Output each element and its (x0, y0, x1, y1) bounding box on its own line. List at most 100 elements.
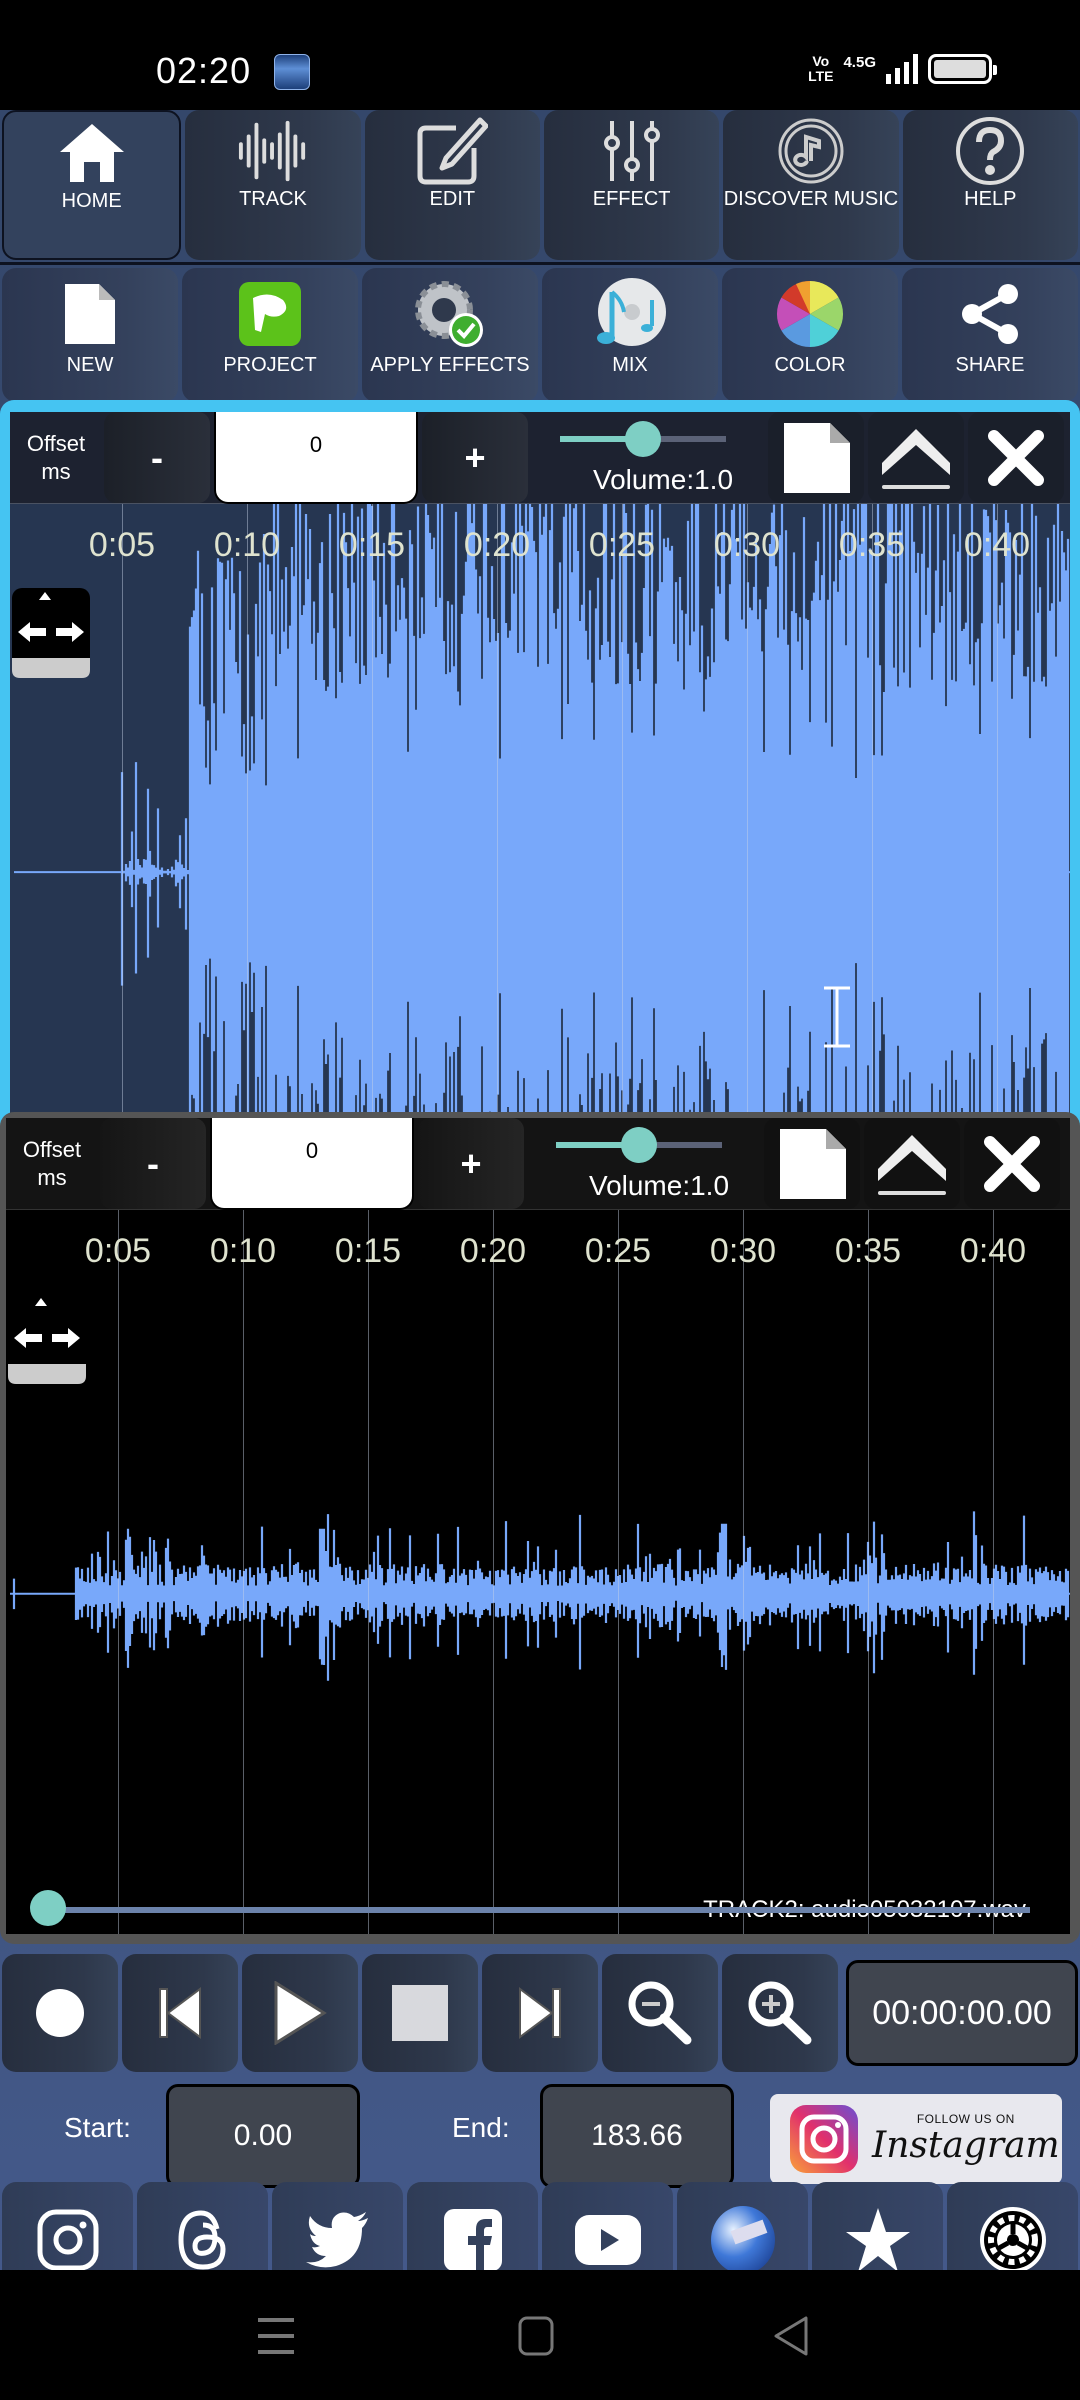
color-button[interactable]: COLOR (722, 268, 898, 402)
time-gridline (747, 504, 748, 1212)
time-gridline (368, 1210, 369, 1934)
volume-label: Volume:1.0 (588, 1170, 730, 1201)
signal-icon (886, 54, 918, 84)
time-ruler-label: 0:10 (213, 526, 281, 564)
help-icon (954, 117, 1026, 185)
home-button[interactable]: HOME (2, 110, 182, 260)
time-ruler-label: 0:05 (88, 526, 156, 564)
discover-music-button[interactable]: DISCOVER MUSIC (723, 110, 899, 260)
volume-slider[interactable] (560, 421, 726, 457)
battery-icon (928, 54, 997, 84)
menu-icon (258, 2318, 294, 2354)
back-icon (774, 2316, 808, 2356)
waveform-icon (237, 118, 309, 184)
track-1-panel[interactable]: Offset ms - 0 + Volume:1.0 0:05 0:10 0:1… (0, 400, 1080, 1222)
volume-slider[interactable] (556, 1127, 722, 1163)
waveform-graphic (10, 1511, 1070, 1681)
home-icon (56, 120, 128, 186)
time-ruler-label: 0:15 (338, 526, 406, 564)
volume-slider-thumb[interactable] (621, 1127, 657, 1163)
track-2-controls: Offset ms - 0 + Volume:1.0 (6, 1118, 1070, 1210)
gear-check-icon (414, 278, 486, 350)
time-ruler-label: 0:40 (959, 1232, 1027, 1270)
follow-instagram-banner[interactable]: FOLLOW US ON Instagram (770, 2094, 1062, 2184)
track-close-button[interactable] (968, 412, 1064, 503)
status-bar: 02:20 Vo LTE 4.5G (0, 0, 1080, 110)
record-button[interactable] (2, 1954, 118, 2072)
offset-input[interactable]: 0 (210, 1118, 414, 1210)
playback-seek-slider[interactable] (30, 1890, 1030, 1930)
volte-icon: Vo LTE (808, 53, 834, 84)
zoom-out-button[interactable] (602, 1954, 718, 2072)
pan-handle-icon[interactable] (12, 588, 90, 680)
mix-icon (594, 278, 666, 350)
recents-button[interactable] (246, 2306, 306, 2366)
track-collapse-button[interactable] (868, 412, 964, 503)
offset-increase-button[interactable]: + (422, 412, 528, 503)
home-nav-button[interactable] (506, 2306, 566, 2366)
seek-track[interactable] (46, 1907, 1030, 1913)
time-ruler-label: 0:25 (584, 1232, 652, 1270)
edit-button[interactable]: EDIT (364, 110, 540, 260)
time-ruler-label: 0:35 (838, 526, 906, 564)
time-gridline (997, 504, 998, 1212)
mix-button[interactable]: MIX (542, 268, 718, 402)
offset-decrease-button[interactable]: - (100, 1118, 206, 1209)
action-toolbar: NEW PROJECT APPLY EFFECTS MIX COLOR SHAR… (0, 268, 1080, 402)
text-cursor-icon (824, 986, 850, 1048)
track-button[interactable]: TRACK (185, 110, 361, 260)
facebook-icon (443, 2209, 502, 2271)
status-time: 02:20 (156, 50, 252, 91)
time-gridline (618, 1210, 619, 1934)
chevron-up-icon (882, 428, 950, 489)
pan-handle-icon[interactable] (8, 1294, 86, 1386)
skip-back-button[interactable] (122, 1954, 238, 2072)
share-button[interactable]: SHARE (902, 268, 1078, 402)
waveform-path (12, 1511, 1070, 1681)
time-gridline (743, 1210, 744, 1934)
instagram-logo-icon (790, 2105, 858, 2173)
selection-range: Start: 0.00 End: 183.66 FOLLOW US ON Ins… (0, 2072, 1080, 2188)
stop-button[interactable] (362, 1954, 478, 2072)
zoom-in-button[interactable] (722, 1954, 838, 2072)
threads-icon (177, 2210, 226, 2270)
track-2-panel[interactable]: Offset ms - 0 + Volume:1.0 0:05 0:10 0:1… (0, 1112, 1080, 1944)
end-value-field[interactable]: 183.66 (540, 2084, 734, 2188)
volume-slider-thumb[interactable] (625, 421, 661, 457)
offset-increase-button[interactable]: + (418, 1118, 524, 1209)
youtube-icon (574, 2215, 641, 2265)
instagram-icon (37, 2209, 98, 2271)
banner-brand: Instagram (872, 2125, 1060, 2166)
back-button[interactable] (762, 2306, 822, 2366)
effect-button[interactable]: EFFECT (543, 110, 720, 260)
close-icon (988, 429, 1044, 486)
time-ruler-label: 0:20 (463, 526, 531, 564)
volume-control: Volume:1.0 (530, 412, 766, 503)
track-file-button[interactable] (764, 1118, 860, 1209)
track-close-button[interactable] (964, 1118, 1060, 1209)
offset-input[interactable]: 0 (214, 412, 418, 504)
track-2-waveform[interactable]: 0:050:100:150:200:250:300:350:40 TRACK2:… (6, 1210, 1070, 1934)
skip-back-icon (159, 1987, 201, 2039)
time-ruler-label: 0:15 (334, 1232, 402, 1270)
skip-forward-button[interactable] (482, 1954, 598, 2072)
apply-effects-button[interactable]: APPLY EFFECTS (362, 268, 538, 402)
project-button[interactable]: PROJECT (182, 268, 358, 402)
new-button[interactable]: NEW (2, 268, 178, 402)
start-value-field[interactable]: 0.00 (166, 2084, 360, 2188)
time-gridline (872, 504, 873, 1212)
seek-thumb[interactable] (30, 1890, 66, 1926)
play-button[interactable] (242, 1954, 358, 2072)
time-gridline (497, 504, 498, 1212)
star-icon (845, 2208, 910, 2272)
help-button[interactable]: HELP (902, 110, 1078, 260)
offset-decrease-button[interactable]: - (104, 412, 210, 503)
time-gridline (372, 504, 373, 1212)
file-icon (784, 422, 850, 493)
track-collapse-button[interactable] (864, 1118, 960, 1209)
time-gridline (118, 1210, 119, 1934)
volume-label: Volume:1.0 (592, 464, 734, 495)
track-1-controls: Offset ms - 0 + Volume:1.0 (10, 412, 1070, 504)
track-1-waveform[interactable]: 0:050:100:150:200:250:300:350:40 TRACK1:… (10, 504, 1070, 1212)
track-file-button[interactable] (768, 412, 864, 503)
